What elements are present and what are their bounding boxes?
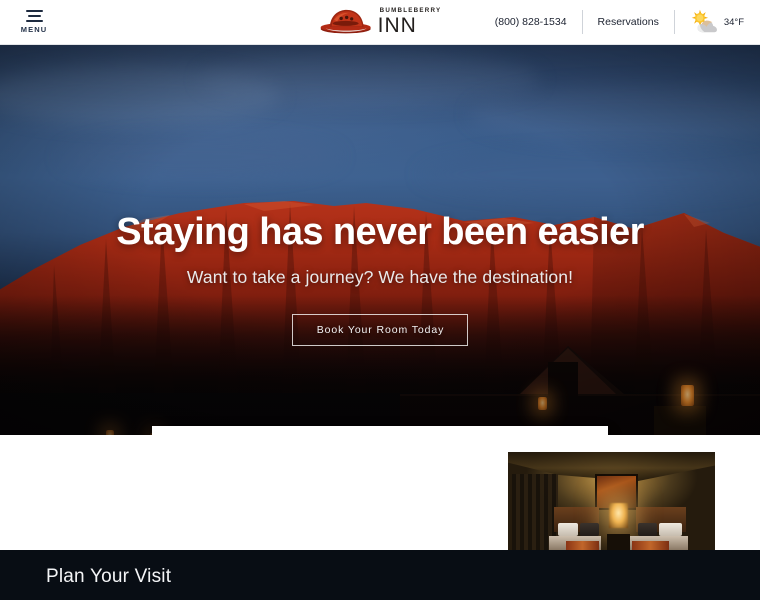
hero-content: Staying has never been easier Want to ta… <box>0 211 760 346</box>
temperature-value: 34°F <box>723 16 744 28</box>
logo-main-text: INN <box>377 14 417 38</box>
weather-widget[interactable]: 34°F <box>675 9 746 35</box>
phone-number[interactable]: (800) 828-1534 <box>480 9 582 35</box>
plan-your-visit-section: Plan Your Visit <box>0 550 760 600</box>
plan-your-visit-title: Plan Your Visit <box>46 566 172 587</box>
content-gap <box>0 435 760 550</box>
quick-link-eat[interactable]: Eat <box>266 426 380 435</box>
hotel-room-photo <box>508 452 715 550</box>
hero-title: Staying has never been easier <box>116 211 644 253</box>
exterior-lamp <box>681 385 694 406</box>
hero-section: Staying has never been easier Want to ta… <box>0 45 760 435</box>
menu-button[interactable]: MENU <box>8 9 60 35</box>
bumbleberry-hat-icon <box>320 9 371 34</box>
quick-links-card: Sleep Eat <box>152 426 608 435</box>
hero-subtitle: Want to take a journey? We have the dest… <box>186 266 574 287</box>
exterior-lamp <box>538 397 547 410</box>
reservations-link[interactable]: Reservations <box>583 9 674 35</box>
book-room-button[interactable]: Book Your Room Today <box>291 313 469 346</box>
menu-button-label: MENU <box>20 25 48 35</box>
site-header: MENU BUMBLEBERRY INN (800) 828-1534 Rese… <box>0 0 760 45</box>
quick-link-gift-shop[interactable]: Gift Shop <box>380 426 494 435</box>
inn-building-silhouette <box>400 340 760 435</box>
quick-link-theater[interactable]: Theater <box>494 426 608 435</box>
hamburger-icon <box>25 9 43 23</box>
header-right-group: (800) 828-1534 Reservations 34°F <box>480 7 760 37</box>
site-logo[interactable]: BUMBLEBERRY INN <box>319 7 442 38</box>
quick-link-sleep[interactable]: Sleep <box>152 426 266 435</box>
hero-cloud <box>200 53 540 105</box>
sun-behind-cloud-icon <box>691 9 717 33</box>
